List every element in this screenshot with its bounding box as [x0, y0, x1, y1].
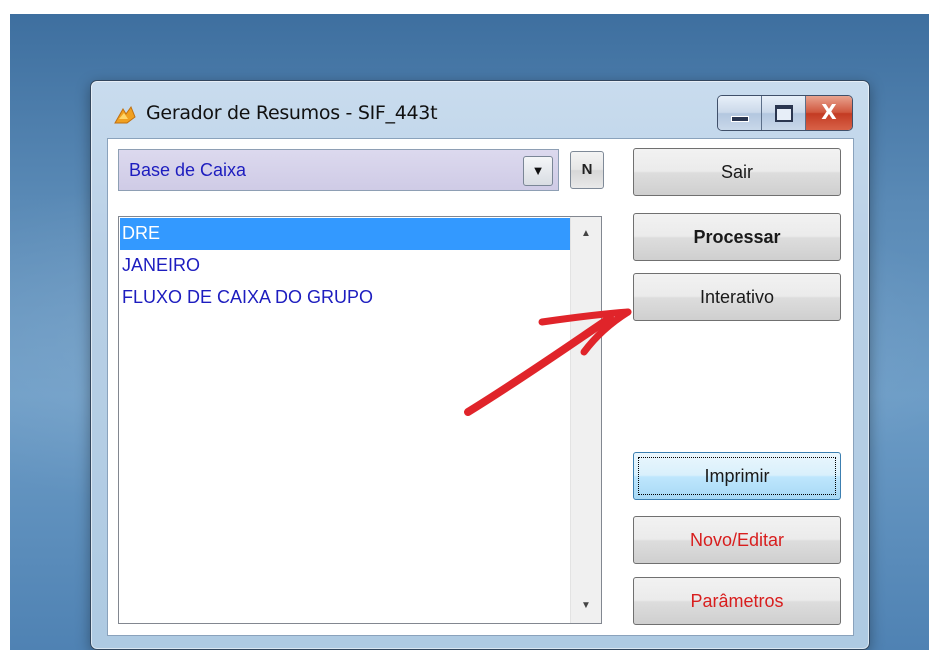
list-item[interactable]: DRE	[120, 218, 578, 250]
list-item[interactable]: FLUXO DE CAIXA DO GRUPO	[120, 282, 373, 314]
combo-selected-value: Base de Caixa	[129, 160, 247, 180]
sair-button[interactable]: Sair	[633, 148, 841, 196]
n-button[interactable]: N	[570, 151, 604, 189]
app-window: Gerador de Resumos - SIF_443t X Base de …	[90, 80, 870, 650]
desktop-background: Gerador de Resumos - SIF_443t X Base de …	[10, 14, 929, 650]
parametros-button[interactable]: Parâmetros	[633, 577, 841, 625]
close-icon: X	[821, 100, 837, 124]
vertical-scrollbar[interactable]: ▲ ▼	[570, 217, 601, 623]
resumos-listbox[interactable]: DRE JANEIRO FLUXO DE CAIXA DO GRUPO ▲ ▼	[118, 216, 602, 624]
app-icon	[114, 105, 136, 124]
maximize-icon	[775, 105, 793, 122]
scroll-up-icon[interactable]: ▲	[571, 219, 601, 249]
novo-editar-button[interactable]: Novo/Editar	[633, 516, 841, 564]
client-area: Base de Caixa ▼ N DRE JANEIRO FLUXO DE C…	[107, 138, 854, 636]
window-title: Gerador de Resumos - SIF_443t	[146, 102, 438, 124]
scroll-down-icon[interactable]: ▼	[571, 591, 601, 621]
close-button[interactable]: X	[806, 96, 852, 130]
interativo-button[interactable]: Interativo	[633, 273, 841, 321]
minimize-icon	[731, 116, 749, 122]
imprimir-button[interactable]: Imprimir	[633, 452, 841, 500]
focus-rectangle	[638, 457, 836, 495]
processar-button[interactable]: Processar	[633, 213, 841, 261]
chevron-down-icon[interactable]: ▼	[523, 156, 553, 186]
base-combobox[interactable]: Base de Caixa ▼	[118, 149, 559, 191]
maximize-button[interactable]	[762, 96, 806, 130]
minimize-button[interactable]	[718, 96, 762, 130]
caption-buttons: X	[717, 95, 853, 131]
list-item[interactable]: JANEIRO	[120, 250, 200, 282]
